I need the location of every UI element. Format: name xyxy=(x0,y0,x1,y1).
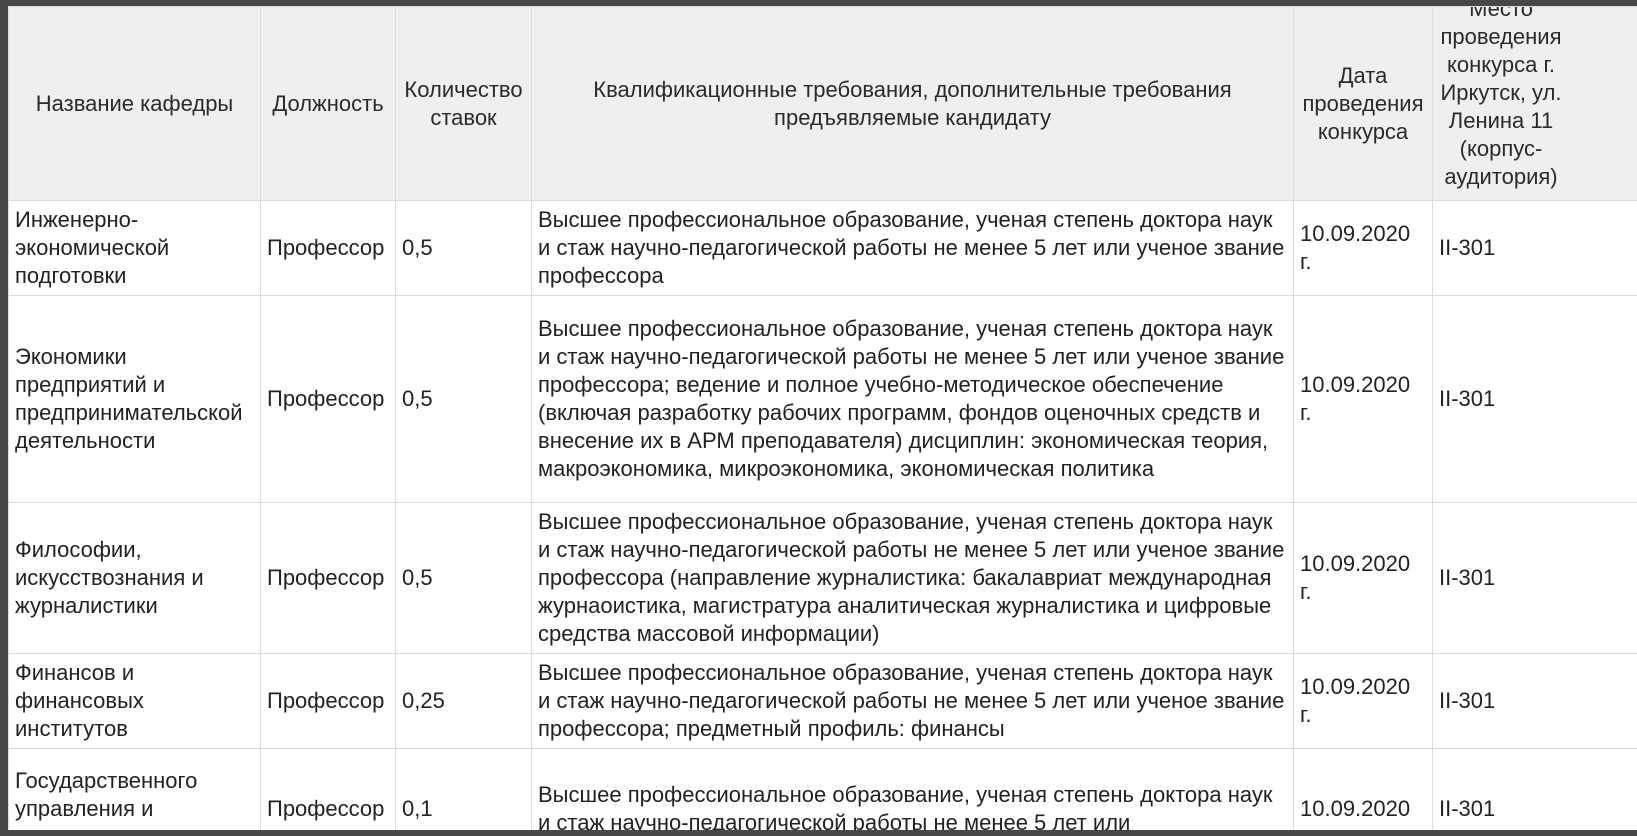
cell-position: Профессор xyxy=(260,502,396,654)
header-rate-count: Количество ставок xyxy=(395,6,532,201)
header-place-text: Место проведения конкурса г. Иркутск, ул… xyxy=(1440,6,1562,190)
cell-department: Инженерно-экономической подготовки xyxy=(8,200,261,296)
cell-room: II-301 xyxy=(1432,653,1637,749)
cell-position: Профессор xyxy=(260,200,396,296)
cell-department: Экономики предприятий и предпринимательс… xyxy=(8,295,261,503)
cell-position: Профессор xyxy=(260,295,396,503)
cell-rate: 0,1 xyxy=(395,748,532,830)
header-requirements: Квалификационные требования, дополнитель… xyxy=(531,6,1294,201)
header-date: Дата проведения конкурса xyxy=(1293,6,1433,201)
cell-rate: 0,5 xyxy=(395,295,532,503)
cell-room: II-301 xyxy=(1432,748,1637,830)
table-row: Инженерно-экономической подготовки Профе… xyxy=(8,200,1637,296)
header-department: Название кафедры xyxy=(8,6,261,201)
table-row: Философии, искусствознания и журналистик… xyxy=(8,502,1637,654)
table-row: Финансов и финансовых институтов Професс… xyxy=(8,653,1637,749)
cell-department: Финансов и финансовых институтов xyxy=(8,653,261,749)
cell-requirements: Высшее профессиональное образование, уче… xyxy=(531,748,1294,830)
cell-rate: 0,5 xyxy=(395,502,532,654)
header-position: Должность xyxy=(260,6,396,201)
cell-requirements: Высшее профессиональное образование, уче… xyxy=(531,502,1294,654)
table-frame: Название кафедры Должность Количество ст… xyxy=(8,6,1637,830)
cell-position: Профессор xyxy=(260,653,396,749)
vacancy-table: Название кафедры Должность Количество ст… xyxy=(8,6,1637,830)
cell-room: II-301 xyxy=(1432,502,1637,654)
table-row: Экономики предприятий и предпринимательс… xyxy=(8,295,1637,503)
cell-requirements: Высшее профессиональное образование, уче… xyxy=(531,653,1294,749)
cell-date: 10.09.2020 г. xyxy=(1293,200,1433,296)
cell-requirements: Высшее профессиональное образование, уче… xyxy=(531,295,1294,503)
table-header-row: Название кафедры Должность Количество ст… xyxy=(8,6,1637,201)
table-row: Государственного управления и управления… xyxy=(8,748,1637,830)
cell-rate: 0,25 xyxy=(395,653,532,749)
cell-department: Философии, искусствознания и журналистик… xyxy=(8,502,261,654)
header-place: Место проведения конкурса г. Иркутск, ул… xyxy=(1432,6,1637,201)
cell-position: Профессор xyxy=(260,748,396,830)
cell-room: II-301 xyxy=(1432,295,1637,503)
cell-date: 10.09.2020 xyxy=(1293,748,1433,830)
cell-date: 10.09.2020 г. xyxy=(1293,295,1433,503)
cell-date: 10.09.2020 г. xyxy=(1293,653,1433,749)
cell-room: II-301 xyxy=(1432,200,1637,296)
cell-rate: 0,5 xyxy=(395,200,532,296)
cell-department: Государственного управления и управления xyxy=(8,748,261,830)
cell-date: 10.09.2020 г. xyxy=(1293,502,1433,654)
cell-requirements: Высшее профессиональное образование, уче… xyxy=(531,200,1294,296)
